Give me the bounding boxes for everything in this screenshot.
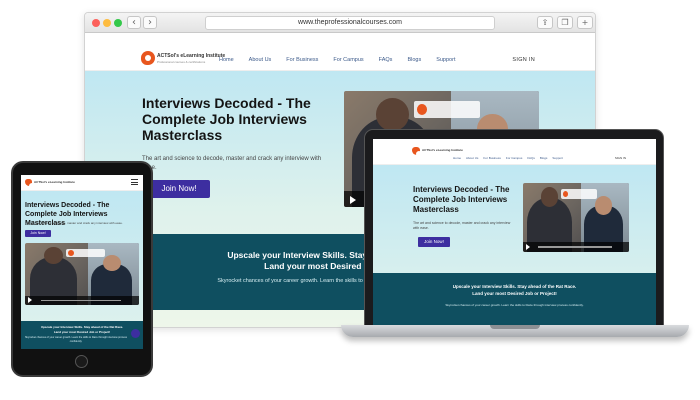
hero-title: Interviews Decoded - The Complete Job In… [142, 95, 311, 143]
close-window-button[interactable] [92, 19, 100, 27]
laptop-hero: Interviews Decoded - The Complete Job In… [373, 165, 656, 325]
logo-icon[interactable] [141, 51, 155, 65]
laptop-sign-in-link[interactable]: SIGN IN [615, 156, 626, 160]
laptop-hero-description: The art and science to decode, master an… [413, 221, 511, 230]
browser-reflection [180, 340, 410, 360]
laptop-hero-title: Interviews Decoded - The Complete Job In… [413, 185, 510, 214]
menu-item-support[interactable]: Support [436, 57, 455, 63]
video-logo-overlay [414, 101, 481, 118]
laptop-banner-line1: Upscale your Interview Skills. Stay ahea… [452, 284, 577, 289]
menu-item-about[interactable]: About Us [249, 57, 272, 63]
tablet-hero: Interviews Decoded - The Complete Job In… [21, 191, 143, 349]
menu-item-faqs[interactable]: FAQs [379, 57, 393, 63]
tablet-hero-description: The art and science to decode, master an… [25, 221, 123, 225]
tablet-site-header: ACTSol's eLearning Institute [21, 175, 143, 191]
maximize-window-button[interactable] [114, 19, 122, 27]
laptop-menu-faqs[interactable]: FAQs [527, 156, 535, 160]
sign-in-link[interactable]: SIGN IN [512, 57, 535, 63]
tablet-play-icon[interactable] [28, 297, 33, 304]
menu-item-business[interactable]: For Business [286, 57, 318, 63]
laptop-menu-blogs[interactable]: Blogs [540, 156, 548, 160]
laptop-play-icon[interactable] [526, 243, 531, 250]
tablet-screen: ACTSol's eLearning Institute Interviews … [21, 175, 143, 349]
laptop-join-now-button[interactable]: Join Now! [418, 237, 450, 247]
laptop-screen: ACTSol's eLearning Institute Home About … [373, 139, 656, 325]
tablet-home-button[interactable] [75, 355, 88, 368]
laptop-logo-icon[interactable] [412, 147, 422, 157]
browser-toolbar: ‹ › www.theprofessionalcourses.com ⇪ ❐ + [85, 13, 595, 33]
menu-item-campus[interactable]: For Campus [333, 57, 363, 63]
device-mockup-stage: ‹ › www.theprofessionalcourses.com ⇪ ❐ +… [0, 0, 700, 400]
minimize-window-button[interactable] [103, 19, 111, 27]
back-arrow-icon[interactable]: ‹ [127, 16, 141, 29]
forward-arrow-icon[interactable]: › [143, 16, 157, 29]
join-now-button[interactable]: Join Now! [148, 180, 210, 198]
laptop-notch [490, 325, 540, 329]
laptop-menu: Home About Us For Business For Campus FA… [453, 156, 563, 160]
laptop-menu-campus[interactable]: For Campus [506, 156, 523, 160]
share-icon[interactable]: ⇪ [537, 16, 553, 29]
menu-item-blogs[interactable]: Blogs [407, 57, 421, 63]
laptop-menu-support[interactable]: Support [552, 156, 563, 160]
laptop-menu-home[interactable]: Home [453, 156, 461, 160]
tabs-icon[interactable]: ❐ [557, 16, 573, 29]
hamburger-menu-icon[interactable] [131, 179, 138, 185]
chat-bubble-icon[interactable] [131, 329, 140, 338]
tablet-banner-line2: Land your most Desired Job or Project! [53, 329, 111, 334]
hero-description: The art and science to decode, master an… [142, 156, 322, 171]
menu-item-home[interactable]: Home [219, 57, 234, 63]
laptop-banner-text: Skyrocket chances of your career growth.… [445, 303, 584, 307]
tablet-join-now-button[interactable]: Join Now! [25, 230, 51, 237]
laptop-menu-about[interactable]: About Us [466, 156, 478, 160]
tablet-logo-name[interactable]: ACTSol's eLearning Institute [34, 180, 75, 184]
laptop-site-header: ACTSol's eLearning Institute Home About … [373, 139, 656, 165]
site-header: ACTSol's eLearning Institute Professiona… [85, 33, 595, 71]
laptop-course-video[interactable] [523, 183, 629, 252]
tablet-course-video[interactable] [25, 243, 139, 305]
main-menu: Home About Us For Business For Campus FA… [219, 57, 455, 63]
laptop-logo-name[interactable]: ACTSol's eLearning Institute [422, 148, 463, 152]
laptop-banner-line2: Land your most Desired Job or Project! [472, 291, 557, 296]
laptop-menu-business[interactable]: For Business [483, 156, 501, 160]
address-bar[interactable]: www.theprofessionalcourses.com [205, 16, 495, 30]
logo-tagline: Professional courses & certifications [157, 60, 206, 64]
plus-icon[interactable]: + [577, 16, 593, 29]
logo-name[interactable]: ACTSol's eLearning Institute [157, 53, 225, 59]
laptop-promo-banner: Upscale your Interview Skills. Stay ahea… [373, 273, 656, 325]
tablet-banner-text: Skyrocket chances of your career growth.… [25, 336, 127, 343]
play-icon[interactable] [349, 195, 356, 204]
tablet-promo-banner: Upscale your Interview Skills. Stay ahea… [21, 321, 143, 349]
tablet-logo-icon[interactable] [25, 179, 35, 189]
